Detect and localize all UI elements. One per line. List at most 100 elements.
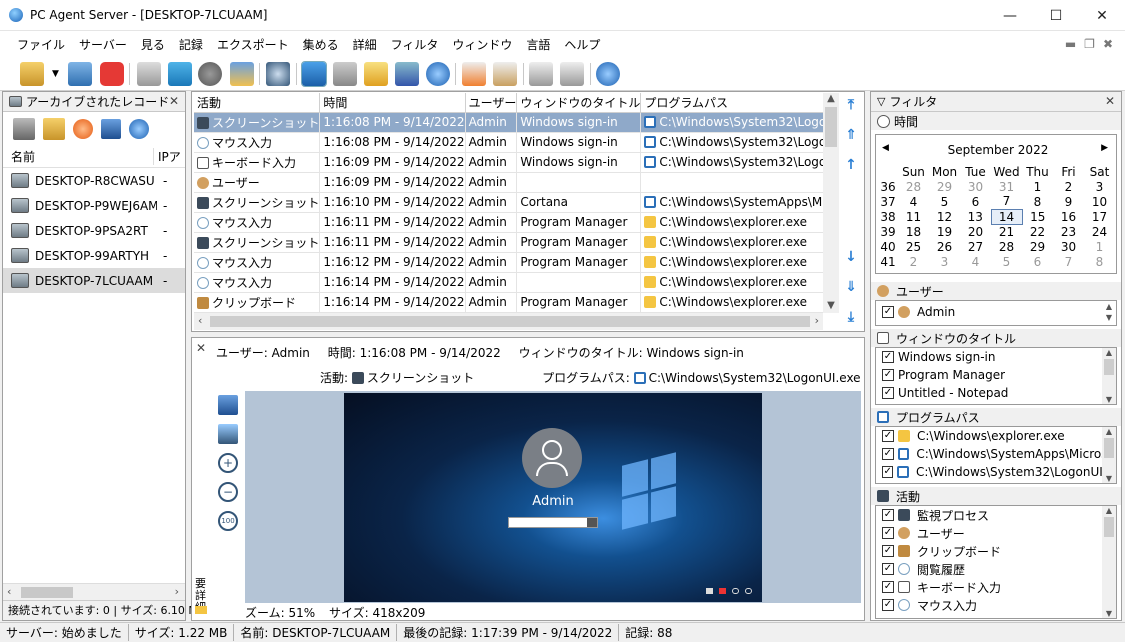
grid-vertical-scrollbar[interactable]: ▲ ▼	[823, 93, 839, 313]
close-button[interactable]: ✕	[1079, 0, 1125, 31]
calendar-next-icon[interactable]: ▶	[1101, 143, 1108, 153]
grid-row[interactable]: スクリーンショット 1:16:11 PM - 9/14/2022 Admin Prog…	[194, 232, 823, 253]
scrollbar-thumb[interactable]	[1104, 359, 1114, 375]
grid-row[interactable]: マウス入力 1:16:12 PM - 9/14/2022 Admin Program …	[194, 252, 823, 273]
calendar-day[interactable]: 4	[898, 194, 929, 209]
scroll-left-icon[interactable]: ‹	[7, 585, 11, 598]
record-item[interactable]: DESKTOP-P9WEJ6AM -	[3, 193, 185, 218]
close-icon[interactable]: ✕	[169, 94, 179, 108]
close-icon[interactable]: ✕	[1105, 94, 1115, 108]
calendar-day[interactable]: 18	[898, 224, 929, 239]
scrollbar-thumb[interactable]	[1104, 517, 1114, 537]
scrollbar-thumb[interactable]	[825, 107, 837, 147]
computer-icon[interactable]	[13, 118, 35, 140]
calendar-day[interactable]: 31	[991, 179, 1022, 194]
filter-option[interactable]: ✓ Untitled - Notepad	[876, 384, 1116, 402]
user-filter-item[interactable]: ✓ Admin	[876, 301, 1116, 323]
record-list-icon[interactable]	[493, 62, 517, 86]
scroll-up-icon[interactable]: ▲	[1102, 506, 1116, 515]
calendar-day[interactable]: 7	[991, 194, 1022, 209]
first-record-icon[interactable]: ⤒	[843, 97, 859, 113]
save-screenshot-icon[interactable]	[218, 395, 238, 415]
scroll-down-icon[interactable]: ▼	[823, 300, 839, 311]
checkbox[interactable]: ✓	[882, 581, 894, 593]
previous-page-icon[interactable]: ⇑	[843, 127, 859, 143]
column-header-activity[interactable]: 活動	[194, 93, 321, 113]
calendar-day[interactable]: 21	[991, 224, 1022, 239]
grid-row[interactable]: ユーザー 1:16:09 PM - 9/14/2022 Admin	[194, 172, 823, 193]
filter-option[interactable]: ✓ ユーザー	[876, 524, 1116, 542]
grid-row[interactable]: スクリーンショット 1:16:10 PM - 9/14/2022 Admin Cort…	[194, 192, 823, 213]
connect-icon[interactable]	[68, 62, 92, 86]
scroll-left-icon[interactable]: ‹	[198, 314, 202, 327]
power-icon[interactable]	[100, 62, 124, 86]
calendar-day[interactable]: 11	[898, 209, 929, 224]
user-list-spinner[interactable]: ▲ ▼	[1102, 301, 1116, 325]
next-page-icon[interactable]: ⇓	[843, 279, 859, 295]
filter-option[interactable]: ✓ Windows sign-in	[876, 348, 1116, 366]
scroll-down-icon[interactable]: ▼	[1102, 609, 1116, 618]
screen-view-icon[interactable]	[560, 62, 584, 86]
pause-icon[interactable]	[426, 62, 450, 86]
checkbox[interactable]: ✓	[882, 466, 894, 478]
open-folder-icon[interactable]	[43, 118, 65, 140]
calendar-day[interactable]: 10	[1084, 194, 1115, 209]
filter-option[interactable]: ✓ C:\Windows\explorer.exe	[876, 427, 1116, 445]
record-item[interactable]: DESKTOP-R8CWASU -	[3, 168, 185, 193]
settings-gear-icon[interactable]	[198, 62, 222, 86]
checkbox[interactable]: ✓	[882, 599, 894, 611]
grid-row[interactable]: スクリーンショット 1:16:08 PM - 9/14/2022 Admin Wind…	[194, 112, 823, 133]
column-header-time[interactable]: 時間	[319, 93, 466, 113]
calendar-day[interactable]: 8	[1022, 194, 1053, 209]
close-detail-icon[interactable]: ✕	[196, 341, 206, 355]
calendar-day[interactable]: 2	[898, 254, 929, 269]
list-scrollbar[interactable]: ▲ ▼	[1102, 427, 1116, 483]
grid-row[interactable]: マウス入力 1:16:08 PM - 9/14/2022 Admin Windows …	[194, 132, 823, 153]
list-scrollbar[interactable]: ▲ ▼	[1102, 348, 1116, 404]
calendar-day[interactable]: 30	[960, 179, 991, 194]
grid-row[interactable]: マウス入力 1:16:14 PM - 9/14/2022 Admin C:\Windo…	[194, 272, 823, 293]
scroll-down-icon[interactable]: ▼	[1102, 474, 1116, 483]
menu-server[interactable]: サーバー	[72, 36, 134, 53]
maximize-button[interactable]: ☐	[1033, 0, 1079, 31]
grid-row[interactable]: マウス入力 1:16:11 PM - 9/14/2022 Admin Program …	[194, 212, 823, 233]
grid-row[interactable]: キーボード入力 1:16:09 PM - 9/14/2022 Admin Window…	[194, 152, 823, 173]
scroll-down-icon[interactable]: ▼	[1102, 395, 1116, 404]
calendar-day[interactable]: 27	[960, 239, 991, 254]
filter-icon[interactable]	[333, 62, 357, 86]
menu-language[interactable]: 言語	[519, 36, 557, 53]
play-icon[interactable]	[137, 62, 161, 86]
export-icon[interactable]	[395, 62, 419, 86]
scroll-up-icon[interactable]: ▲	[823, 93, 839, 104]
calendar-day[interactable]: 6	[1022, 254, 1053, 269]
record-item[interactable]: DESKTOP-7LCUAAM -	[3, 268, 185, 293]
grid-row[interactable]: クリップボード 1:16:14 PM - 9/14/2022 Admin Progra…	[194, 292, 823, 313]
menu-help[interactable]: ヘルプ	[557, 36, 607, 53]
last-record-icon[interactable]: ⤓	[843, 309, 859, 325]
filter-option[interactable]: ✓ Program Manager	[876, 366, 1116, 384]
edit-icon[interactable]	[230, 62, 254, 86]
filter-option[interactable]: ✓ マウス入力	[876, 596, 1116, 614]
menu-record[interactable]: 記録	[172, 36, 210, 53]
checkbox[interactable]: ✓	[882, 430, 894, 442]
calendar-day[interactable]: 19	[929, 224, 960, 239]
scroll-right-icon[interactable]: ›	[815, 314, 819, 327]
column-header-ip[interactable]: IPア	[153, 148, 181, 165]
menu-filter[interactable]: フィルタ	[384, 36, 446, 53]
zoom-100-icon[interactable]: 100	[218, 511, 238, 531]
calendar-day[interactable]: 29	[929, 179, 960, 194]
dropdown-arrow-icon[interactable]: ▼	[52, 69, 59, 79]
column-header-program-path[interactable]: プログラムパス	[640, 93, 823, 113]
calendar-day[interactable]: 13	[960, 209, 991, 224]
delete-icon[interactable]	[73, 119, 93, 139]
calendar-day[interactable]: 3	[929, 254, 960, 269]
menu-collect[interactable]: 集める	[296, 36, 346, 53]
filter-option[interactable]: ✓ C:\Windows\SystemApps\Microsoft	[876, 445, 1116, 463]
calendar-day[interactable]: 17	[1084, 209, 1115, 224]
calendar-day[interactable]: 9	[1053, 194, 1084, 209]
open-archive-icon[interactable]	[20, 62, 44, 86]
filter-option[interactable]: ✓ キーボード入力	[876, 578, 1116, 596]
filter-option[interactable]: ✓ 閲覧履歴	[876, 560, 1116, 578]
calendar-day[interactable]: 1	[1084, 239, 1115, 254]
highlight-icon[interactable]	[364, 62, 388, 86]
